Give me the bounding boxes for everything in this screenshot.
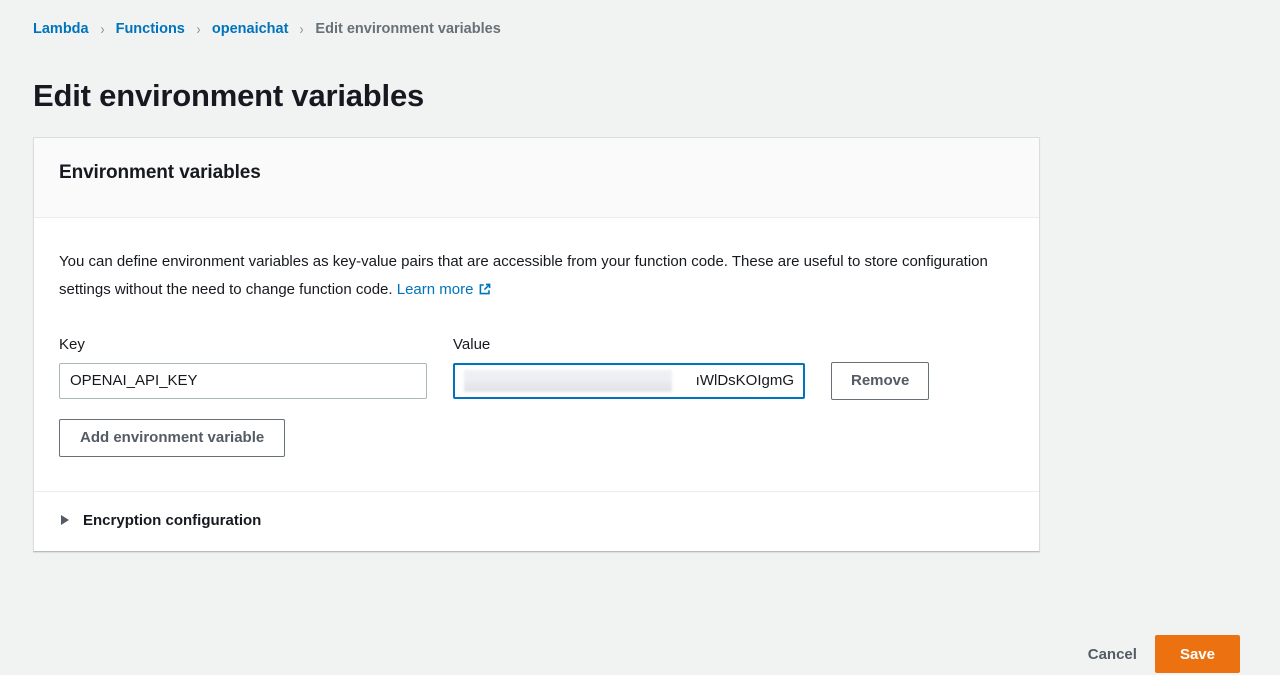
breadcrumb-item-current: Edit environment variables [315,21,501,37]
breadcrumb-separator-icon: › [100,20,105,38]
card-description-text: You can define environment variables as … [59,253,988,298]
breadcrumb-item-lambda[interactable]: Lambda [33,21,89,37]
card-header-title: Environment variables [59,162,261,183]
external-link-icon [478,278,492,306]
page-title: Edit environment variables [33,78,425,113]
card-footer-section: Encryption configuration [34,492,1039,551]
breadcrumb: Lambda › Functions › openaichat › Edit e… [33,18,501,40]
form-labels-row: Key Value [59,336,1014,354]
save-button[interactable]: Save [1154,635,1240,673]
breadcrumb-item-functions[interactable]: Functions [116,21,185,37]
learn-more-link[interactable]: Learn more [397,281,493,298]
value-input-wrap [453,362,805,399]
card-body: You can define environment variables as … [34,218,1039,492]
key-label: Key [59,335,85,353]
cancel-button[interactable]: Cancel [1080,635,1145,673]
key-input-wrap [59,362,427,399]
card-description: You can define environment variables as … [59,248,1014,306]
value-label: Value [453,335,491,353]
breadcrumb-item-openaichat[interactable]: openaichat [212,21,289,37]
environment-variables-card: Environment variables You can define env… [33,137,1040,552]
encryption-configuration-toggle[interactable]: Encryption configuration [59,512,261,529]
row-actions: Remove [831,361,930,400]
page-actions: Cancel Save [1080,635,1240,673]
environment-variable-row: Remove [59,361,1014,400]
caret-right-icon [61,515,69,525]
remove-button[interactable]: Remove [831,361,930,400]
learn-more-label: Learn more [396,280,474,298]
key-input[interactable] [59,362,427,399]
encryption-configuration-label: Encryption configuration [83,511,262,529]
breadcrumb-separator-icon: › [196,20,201,38]
breadcrumb-separator-icon: › [299,20,304,38]
card-header: Environment variables [34,138,1039,218]
value-input[interactable] [453,362,805,399]
add-environment-variable-button[interactable]: Add environment variable [59,418,286,457]
